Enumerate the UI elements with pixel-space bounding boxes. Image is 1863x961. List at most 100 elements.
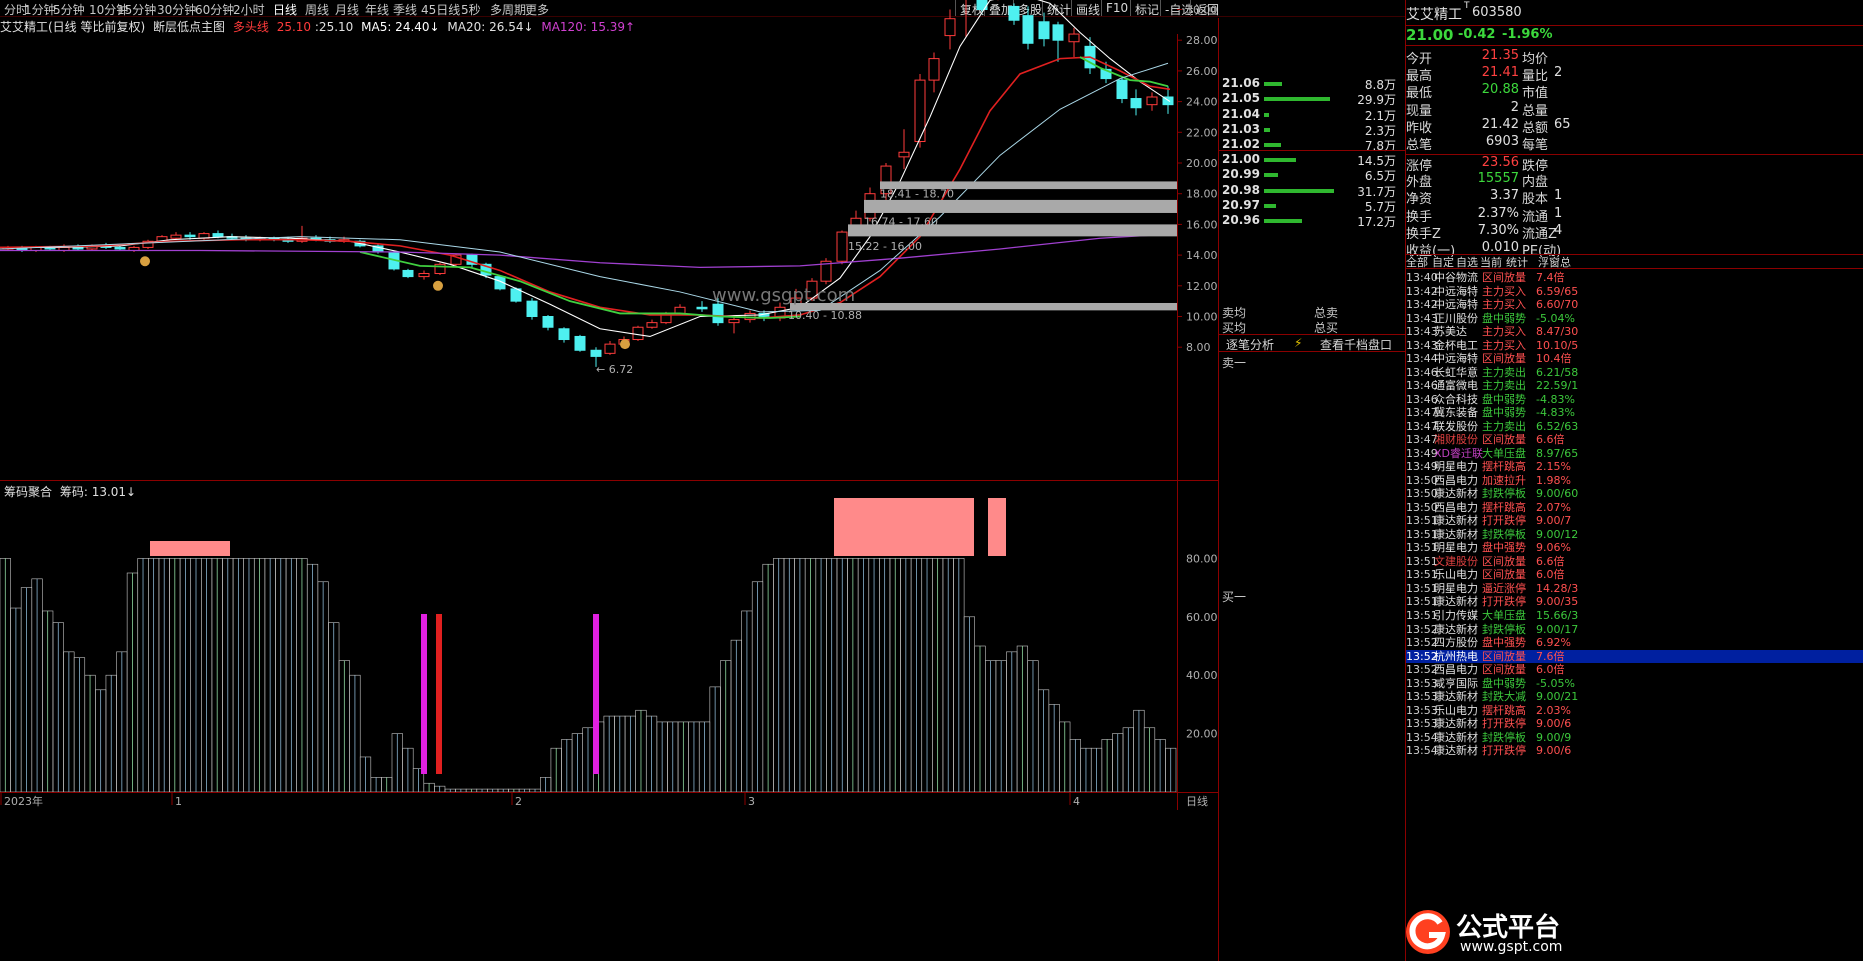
stock-name: 艾艾精工 bbox=[1406, 7, 1462, 23]
tick-row[interactable]: 13:51 康达新材 打开跌停 9.00/35 bbox=[1406, 595, 1863, 609]
chip-cap bbox=[988, 498, 1006, 556]
tick-row[interactable]: 13:54 康达新材 封跌停板 9.00/9 bbox=[1406, 731, 1863, 745]
tick-row[interactable]: 13:43 正川股份 盘中弱势 -5.04% bbox=[1406, 312, 1863, 326]
tick-row[interactable]: 13:52 四方股份 盘中强势 6.92% bbox=[1406, 636, 1863, 650]
tick-stock: 中谷物流 bbox=[1434, 271, 1478, 284]
x-axis-label: 3 bbox=[748, 795, 755, 808]
stat-label-2: 流通Z bbox=[1522, 226, 1557, 242]
tick-value: 10.10/5 bbox=[1536, 338, 1579, 352]
stat-label-2: 总量 bbox=[1522, 103, 1549, 119]
tick-row[interactable]: 13:52 杭州热电 区间放量 7.6倍 bbox=[1406, 649, 1863, 664]
tick-analysis-button[interactable]: 逐笔分析 bbox=[1226, 336, 1274, 353]
tick-event: 区间放量 bbox=[1482, 554, 1526, 568]
tick-time: 13:47 bbox=[1406, 419, 1438, 433]
tick-row[interactable]: 13:50 西昌电力 加速拉升 1.98% bbox=[1406, 474, 1863, 488]
tick-value: 1.98% bbox=[1536, 473, 1571, 487]
tabs-divider bbox=[1406, 268, 1863, 269]
tick-row[interactable]: 13:46 众合科技 盘中弱势 -4.83% bbox=[1406, 393, 1863, 407]
tick-row[interactable]: 13:40 中谷物流 区间放量 7.4倍 bbox=[1406, 271, 1863, 285]
tick-row[interactable]: 13:51 康达新材 打开跌停 9.00/7 bbox=[1406, 514, 1863, 528]
tick-event: 摆杆跳高 bbox=[1482, 460, 1526, 474]
tick-row[interactable]: 13:50 西昌电力 摆杆跳高 2.07% bbox=[1406, 501, 1863, 515]
order-book-divider bbox=[1218, 150, 1406, 151]
tick-stock: 冀东装备 bbox=[1434, 406, 1478, 420]
stat-value: 21.35 bbox=[1481, 48, 1519, 63]
tick-row[interactable]: 13:43 金杯电工 主力买入 10.10/5 bbox=[1406, 339, 1863, 353]
tick-row[interactable]: 13:47 联发股份 主力卖出 6.52/63 bbox=[1406, 420, 1863, 434]
tick-stock: 四方股份 bbox=[1434, 636, 1478, 650]
panel-divider bbox=[0, 480, 1218, 481]
tick-row[interactable]: 13:47 冀东装备 盘中弱势 -4.83% bbox=[1406, 406, 1863, 420]
tick-row[interactable]: 13:52 康达新材 封跌停板 9.00/17 bbox=[1406, 623, 1863, 637]
signal-spike bbox=[593, 614, 599, 774]
tick-row[interactable]: 13:51 文建股份 区间放量 6.6倍 bbox=[1406, 555, 1863, 569]
tick-row[interactable]: 13:47 湘财股份 区间放量 6.6倍 bbox=[1406, 433, 1863, 447]
tick-event: 逼近涨停 bbox=[1482, 581, 1526, 595]
tick-row[interactable]: 13:51 康达新材 封跌停板 9.00/12 bbox=[1406, 528, 1863, 542]
x-axis-label: 2023年 bbox=[4, 794, 43, 808]
candle-down bbox=[574, 335, 586, 351]
tick-row[interactable]: 13:51 引力传媒 大单压盘 15.66/3 bbox=[1406, 609, 1863, 623]
order-volume-bar bbox=[1264, 173, 1279, 178]
tick-stock: 明星电力 bbox=[1434, 581, 1478, 595]
tick-event: 主力买入 bbox=[1482, 338, 1526, 352]
tick-row[interactable]: 13:53 咸亨国际 盘中弱势 -5.05% bbox=[1406, 677, 1863, 691]
tick-time: 13:52 bbox=[1406, 663, 1438, 677]
tick-stock: 康达新材 bbox=[1434, 595, 1478, 609]
order-book-row: 21.06 8.8万 bbox=[1218, 76, 1400, 92]
tick-time: 13:50 bbox=[1406, 487, 1438, 501]
tick-time: 13:46 bbox=[1406, 379, 1438, 393]
tick-row[interactable]: 13:52 西昌电力 区间放量 6.0倍 bbox=[1406, 663, 1863, 677]
candle-down bbox=[1130, 98, 1142, 109]
tick-row[interactable]: 13:54 康达新材 打开跌停 9.00/6 bbox=[1406, 744, 1863, 758]
tick-event: 大单压盘 bbox=[1482, 609, 1526, 622]
tick-row[interactable]: 13:51 明星电力 盘中强势 9.06% bbox=[1406, 541, 1863, 555]
tick-row[interactable]: 13:53 康达新材 打开跌停 9.00/6 bbox=[1406, 717, 1863, 731]
tick-value: 9.00/9 bbox=[1536, 730, 1572, 744]
sub-chart-value: 筹码: 13.01↓ bbox=[59, 485, 137, 499]
tick-row[interactable]: 13:50 康达新材 封跌停板 9.00/60 bbox=[1406, 487, 1863, 501]
tick-row[interactable]: 13:53 康达新材 封跌大减 9.00/21 bbox=[1406, 690, 1863, 704]
price-axis-label: 28.00 bbox=[1186, 34, 1218, 47]
candle-up bbox=[914, 79, 926, 143]
tick-value: 22.59/1 bbox=[1536, 379, 1579, 393]
tick-time: 13:50 bbox=[1406, 500, 1438, 514]
tick-time: 13:53 bbox=[1406, 690, 1438, 704]
tick-row[interactable]: 13:49 明星电力 摆杆跳高 2.15% bbox=[1406, 460, 1863, 474]
tick-row[interactable]: 13:46 长虹华意 主力卖出 6.21/58 bbox=[1406, 366, 1863, 380]
stat-label-2: 每笔 bbox=[1522, 138, 1549, 153]
stat-value: 6903 bbox=[1485, 134, 1519, 149]
candle-down bbox=[590, 349, 602, 357]
tick-value: 6.92% bbox=[1536, 636, 1571, 650]
tick-row[interactable]: 13:46 通富微电 主力卖出 22.59/1 bbox=[1406, 379, 1863, 393]
tick-value: 9.00/6 bbox=[1536, 744, 1572, 758]
tick-event: 盘中弱势 bbox=[1482, 406, 1526, 420]
panel-divider bbox=[0, 792, 1218, 793]
order-book-row: 20.98 31.7万 bbox=[1218, 183, 1400, 199]
tick-row[interactable]: 13:43 苏美达 主力买入 8.47/30 bbox=[1406, 325, 1863, 339]
tick-row[interactable]: 13:53 乐山电力 摆杆跳高 2.03% bbox=[1406, 704, 1863, 718]
order-volume-bar bbox=[1264, 127, 1270, 132]
tick-row[interactable]: 13:42 中远海特 主力买入 6.59/65 bbox=[1406, 285, 1863, 299]
candle-up bbox=[836, 231, 848, 262]
stock-superscript: T bbox=[1464, 1, 1470, 11]
tick-stock: 康达新材 bbox=[1434, 717, 1478, 731]
tick-event: 区间放量 bbox=[1482, 433, 1526, 447]
stat-tail: 1 bbox=[1554, 205, 1563, 221]
tick-row[interactable]: 13:42 中远海特 主力买入 6.60/70 bbox=[1406, 298, 1863, 312]
view-ladder-button[interactable]: 查看千档盘口 bbox=[1320, 336, 1392, 353]
tick-value: 7.6倍 bbox=[1536, 649, 1565, 663]
quote-price-row: 21.00 -0.42 -1.96% bbox=[1406, 26, 1863, 46]
tick-row[interactable]: 13:44 中远海特 区间放量 10.4倍 bbox=[1406, 352, 1863, 366]
tick-row[interactable]: 13:51 明星电力 逼近涨停 14.28/3 bbox=[1406, 582, 1863, 596]
tick-row[interactable]: 13:49 XD睿迁联 大单压盘 8.97/65 bbox=[1406, 447, 1863, 461]
candle-down bbox=[1038, 21, 1050, 40]
tick-stock: 湘财股份 bbox=[1434, 433, 1478, 447]
tick-stock: 文建股份 bbox=[1434, 554, 1478, 568]
price-axis-label: 18.00 bbox=[1186, 188, 1218, 201]
candle-down bbox=[1116, 79, 1128, 100]
tick-row[interactable]: 13:51 乐山电力 区间放量 6.0倍 bbox=[1406, 568, 1863, 582]
candle-down bbox=[1022, 15, 1034, 44]
money-bag-icon bbox=[433, 280, 443, 291]
tick-time: 13:51 bbox=[1406, 595, 1438, 609]
